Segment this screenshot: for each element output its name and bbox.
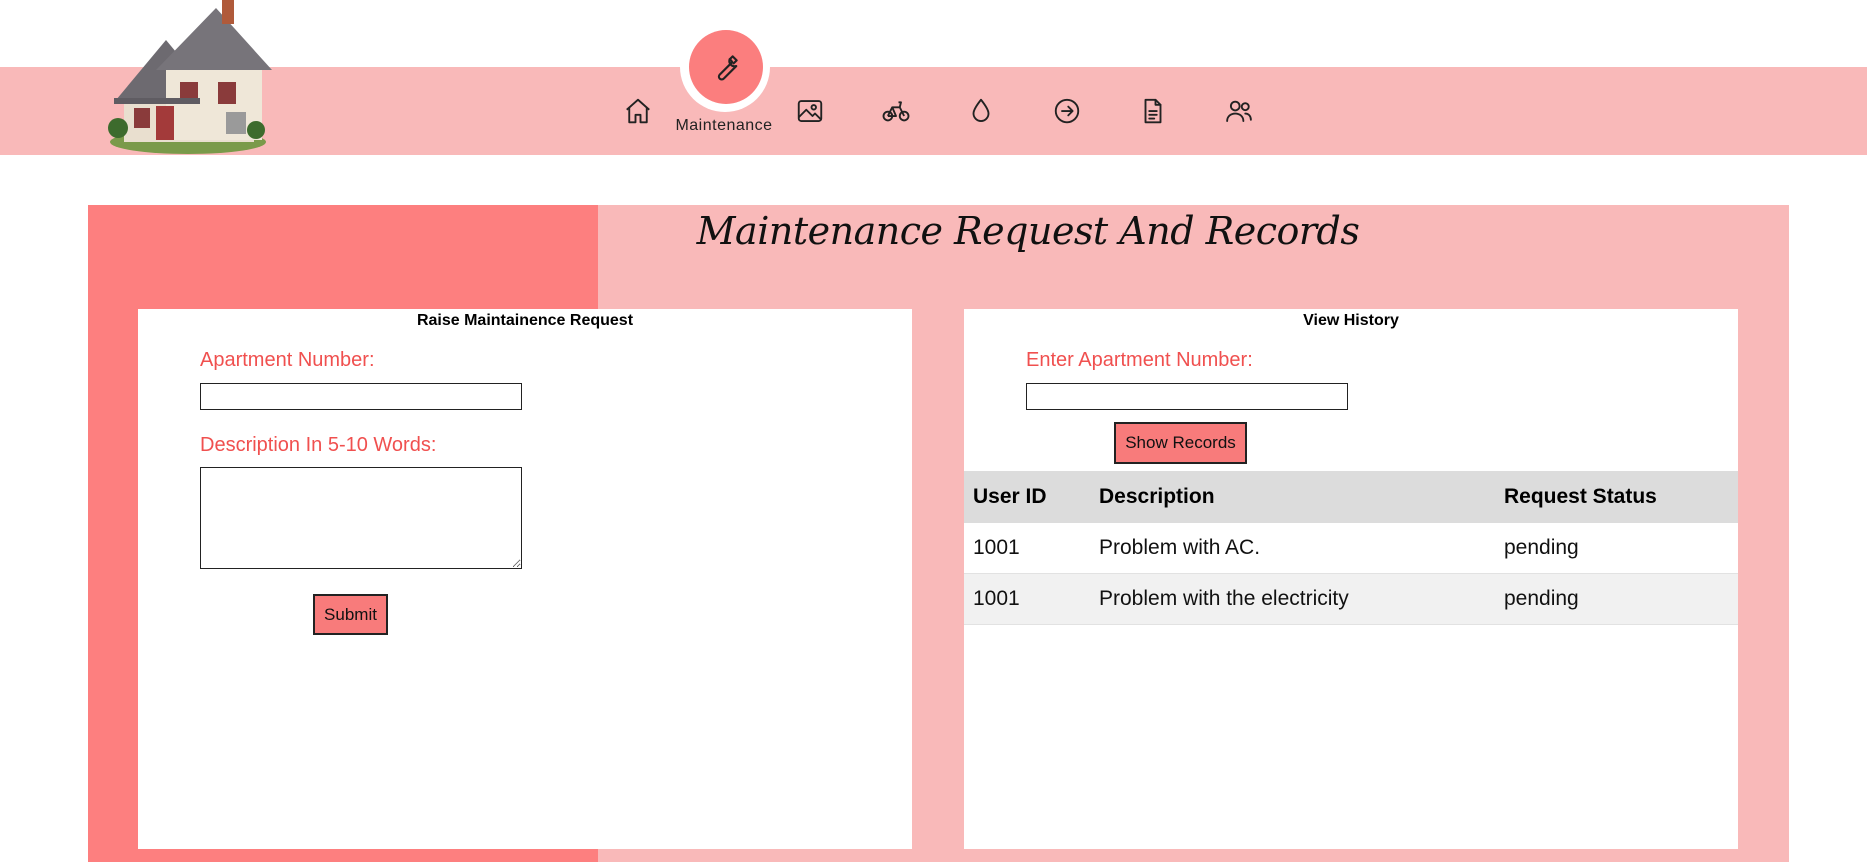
cell-user-id: 1001 <box>964 523 1090 574</box>
wrench-icon <box>717 55 738 81</box>
raise-request-card: Raise Maintainence Request Apartment Num… <box>138 309 912 849</box>
cell-user-id: 1001 <box>964 573 1090 625</box>
view-history-heading: View History <box>1303 312 1399 329</box>
cell-description: Problem with the electricity <box>1090 573 1495 625</box>
column-header-request-status: Request Status <box>1495 471 1738 523</box>
table-header-row: User ID Description Request Status <box>964 471 1738 523</box>
nav-item-home[interactable] <box>614 88 662 134</box>
show-records-button[interactable]: Show Records <box>1114 422 1247 464</box>
home-icon <box>626 98 650 124</box>
description-label: Description In 5-10 Words: <box>200 434 437 456</box>
view-history-card: View History Enter Apartment Number: Sho… <box>964 309 1738 849</box>
nav-item-next[interactable] <box>1043 88 1091 134</box>
table-row: 1001 Problem with AC. pending <box>964 523 1738 574</box>
cell-status: pending <box>1495 523 1738 574</box>
nav-item-documents[interactable] <box>1129 88 1177 134</box>
raise-request-heading: Raise Maintainence Request <box>416 312 634 329</box>
nav-item-sports[interactable] <box>872 88 920 134</box>
nav-item-gallery[interactable] <box>786 88 834 134</box>
water-drop-icon <box>972 98 990 122</box>
nav-active-label: Maintenance <box>675 117 773 134</box>
history-apartment-number-input[interactable] <box>1026 383 1348 410</box>
apartment-number-input[interactable] <box>200 383 522 410</box>
bicycle-icon <box>882 101 910 122</box>
document-icon <box>1144 98 1162 124</box>
table-row: 1001 Problem with the electricity pendin… <box>964 573 1738 625</box>
description-textarea[interactable] <box>200 467 522 569</box>
submit-button[interactable]: Submit <box>313 594 388 635</box>
nav-item-water[interactable] <box>957 88 1005 134</box>
enter-apartment-number-label: Enter Apartment Number: <box>1026 349 1253 371</box>
cell-description: Problem with AC. <box>1090 523 1495 574</box>
house-logo <box>108 0 272 154</box>
maintenance-panel: Maintenance Request And Records Raise Ma… <box>88 205 1789 862</box>
users-icon <box>1226 100 1252 122</box>
column-header-description: Description <box>1090 471 1495 523</box>
records-table: User ID Description Request Status 1001 … <box>964 471 1738 625</box>
nav-item-members[interactable] <box>1215 88 1263 134</box>
image-icon <box>797 100 823 122</box>
nav-item-maintenance[interactable] <box>689 30 763 104</box>
arrow-circle-right-icon <box>1054 98 1080 124</box>
cell-status: pending <box>1495 573 1738 625</box>
apartment-number-label: Apartment Number: <box>200 349 375 371</box>
column-header-user-id: User ID <box>964 471 1090 523</box>
page-title: Maintenance Request And Records <box>696 209 1360 253</box>
